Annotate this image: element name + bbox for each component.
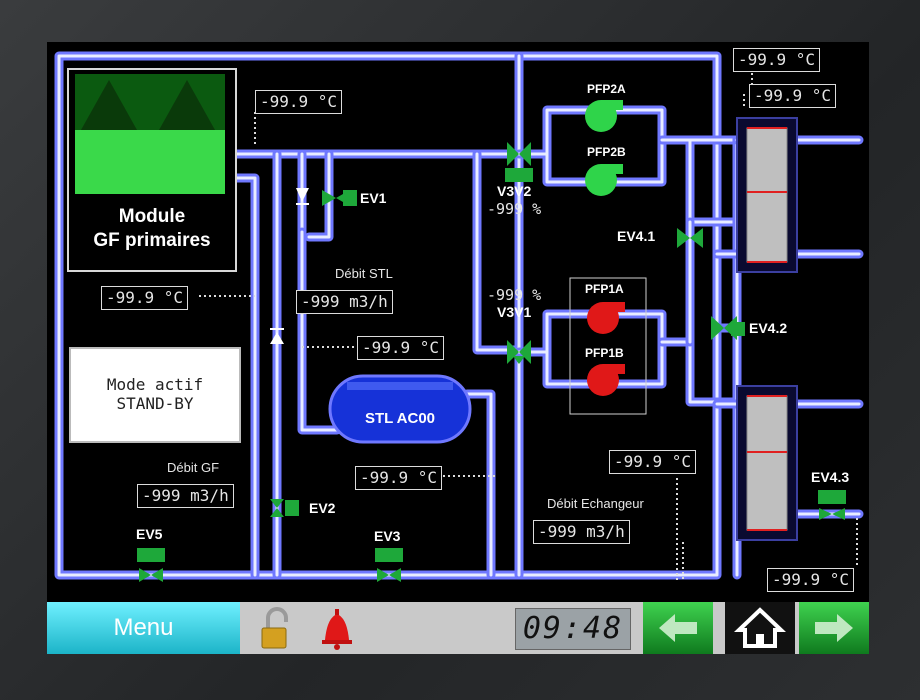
heat-exchanger-bottom — [736, 385, 798, 541]
padlock-open-icon[interactable] — [250, 602, 302, 654]
temp-hx-top2: -99.9 °C — [749, 84, 837, 108]
v3v1-label: V3V1 — [497, 304, 532, 320]
ev42-label: EV4.2 — [749, 320, 788, 336]
arrow-left-icon — [659, 614, 697, 642]
temp-hx-mid: -99.9 °C — [609, 450, 697, 474]
pfp1a-label: PFP1A — [585, 282, 624, 296]
menu-button[interactable]: Menu — [47, 602, 240, 654]
next-button[interactable] — [799, 602, 869, 654]
pfp2b-label: PFP2B — [587, 145, 626, 159]
heat-exchanger-top — [736, 117, 798, 273]
temp-mid: -99.9 °C — [357, 336, 445, 360]
debit-gf-value: -999 m3/h — [137, 484, 234, 508]
temp-hx-bottom: -99.9 °C — [767, 568, 855, 592]
tank-label: STL AC00 — [364, 410, 436, 427]
mode-line1: Mode actif — [106, 375, 204, 394]
home-button[interactable] — [725, 602, 795, 654]
prev-button[interactable] — [643, 602, 713, 654]
v3v1-percent: -999 % — [487, 286, 542, 304]
ev43-label: EV4.3 — [811, 469, 850, 485]
arrow-right-icon — [815, 614, 853, 642]
ev5-label: EV5 — [136, 526, 163, 542]
module-gf-primaires[interactable]: Module GF primaires — [67, 68, 237, 272]
clock-display: 09:48 — [515, 608, 631, 650]
mode-line2: STAND-BY — [116, 394, 194, 413]
v3v2-label: V3V2 — [497, 183, 532, 199]
module-title-line1: Module — [118, 206, 186, 227]
ev3-label: EV3 — [374, 528, 401, 544]
pfp1b-label: PFP1B — [585, 346, 624, 360]
module-graphic — [75, 74, 225, 194]
debit-stl-label: Débit STL — [335, 266, 393, 281]
debit-echangeur-value: -999 m3/h — [533, 520, 630, 544]
bell-icon[interactable] — [317, 604, 357, 652]
v3v2-percent: -999 % — [487, 200, 542, 218]
status-bar: Menu 09:48 — [47, 602, 869, 654]
tank-stl-ac00[interactable] — [328, 374, 472, 444]
pfp2a-label: PFP2A — [587, 82, 626, 96]
ev2-label: EV2 — [309, 500, 336, 516]
temp-hx-top1: -99.9 °C — [733, 48, 821, 72]
ev41-label: EV4.1 — [617, 228, 656, 244]
module-title-line2: GF primaires — [93, 230, 211, 251]
temp-module-out: -99.9 °C — [255, 90, 343, 114]
home-icon — [734, 607, 786, 648]
pump-pfp2a[interactable] — [585, 100, 623, 132]
hmi-screen: Module GF primaires Mode actif STAND-BY … — [47, 42, 869, 654]
temp-return-left: -99.9 °C — [101, 286, 189, 310]
temp-tank-out: -99.9 °C — [355, 466, 443, 490]
ev1-label: EV1 — [360, 190, 387, 206]
debit-echangeur-label: Débit Echangeur — [547, 496, 644, 511]
debit-stl-value: -999 m3/h — [296, 290, 393, 314]
mode-status-box: Mode actif STAND-BY — [69, 347, 241, 443]
debit-gf-label: Débit GF — [167, 460, 220, 475]
